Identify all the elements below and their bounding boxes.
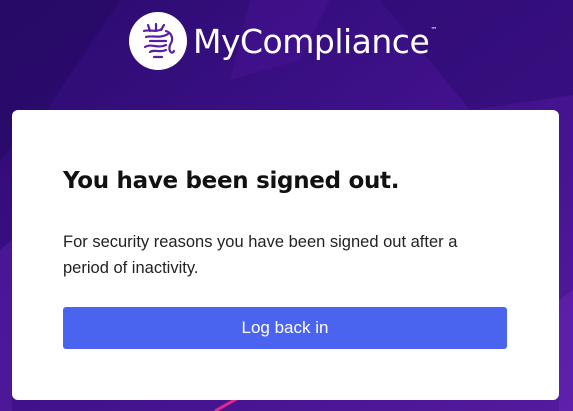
mycompliance-logo-icon [129, 12, 187, 70]
brand-name: MyCompliance ™ [193, 25, 437, 58]
signed-out-message: For security reasons you have been signe… [63, 233, 458, 277]
trademark-symbol: ™ [430, 25, 438, 34]
signed-out-card: You have been signed out. For security r… [12, 110, 559, 400]
page-title: You have been signed out. [63, 168, 400, 194]
brand-name-text: MyCompliance [193, 21, 430, 61]
brand-header: MyCompliance ™ [129, 12, 437, 70]
log-back-in-button[interactable]: Log back in [63, 307, 507, 349]
